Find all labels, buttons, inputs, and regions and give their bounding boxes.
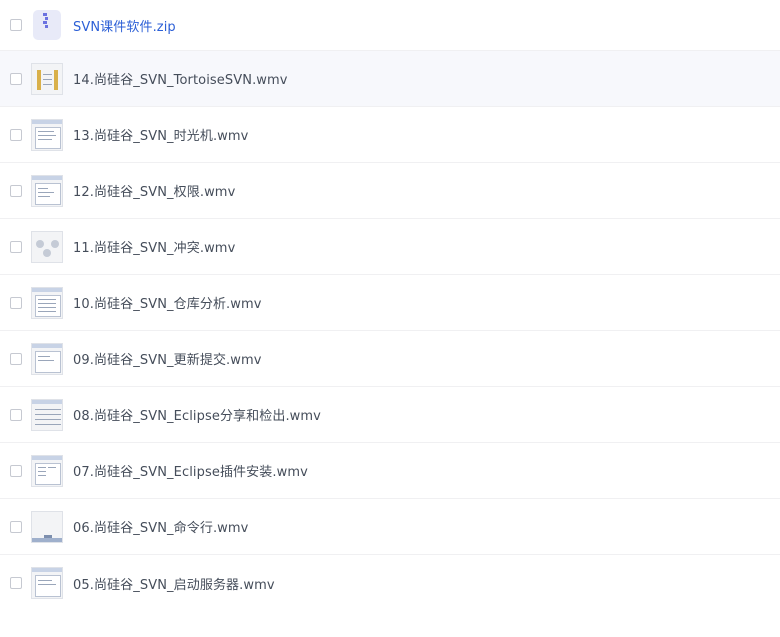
file-name[interactable]: 09.尚硅谷_SVN_更新提交.wmv [73, 349, 262, 368]
video-thumbnail-icon [31, 174, 63, 207]
file-name[interactable]: 07.尚硅谷_SVN_Eclipse插件安装.wmv [73, 461, 308, 480]
row-checkbox[interactable] [10, 128, 22, 141]
list-item[interactable]: 14.尚硅谷_SVN_TortoiseSVN.wmv [0, 51, 780, 107]
list-item[interactable]: 05.尚硅谷_SVN_启动服务器.wmv [0, 555, 780, 611]
list-item[interactable]: SVN课件软件.zip [0, 0, 780, 51]
video-thumbnail-icon [31, 454, 63, 487]
list-item[interactable]: 07.尚硅谷_SVN_Eclipse插件安装.wmv [0, 443, 780, 499]
list-item[interactable]: 10.尚硅谷_SVN_仓库分析.wmv [0, 275, 780, 331]
file-name[interactable]: 14.尚硅谷_SVN_TortoiseSVN.wmv [73, 69, 288, 88]
list-item[interactable]: 08.尚硅谷_SVN_Eclipse分享和检出.wmv [0, 387, 780, 443]
file-name[interactable]: 08.尚硅谷_SVN_Eclipse分享和检出.wmv [73, 405, 321, 424]
file-name-link[interactable]: SVN课件软件.zip [73, 16, 176, 35]
row-checkbox[interactable] [10, 520, 22, 533]
video-thumbnail-icon [31, 510, 63, 543]
file-name[interactable]: 13.尚硅谷_SVN_时光机.wmv [73, 125, 248, 144]
row-checkbox[interactable] [10, 464, 22, 477]
row-checkbox[interactable] [10, 352, 22, 365]
video-thumbnail-icon [31, 62, 63, 95]
list-item[interactable]: 12.尚硅谷_SVN_权限.wmv [0, 163, 780, 219]
video-thumbnail-icon [31, 398, 63, 431]
row-checkbox[interactable] [10, 408, 22, 421]
row-checkbox[interactable] [10, 184, 22, 197]
row-checkbox[interactable] [10, 72, 22, 85]
file-name[interactable]: 11.尚硅谷_SVN_冲突.wmv [73, 237, 235, 256]
list-item[interactable]: 13.尚硅谷_SVN_时光机.wmv [0, 107, 780, 163]
video-thumbnail-icon [31, 118, 63, 151]
file-name[interactable]: 06.尚硅谷_SVN_命令行.wmv [73, 517, 248, 536]
list-item[interactable]: 11.尚硅谷_SVN_冲突.wmv [0, 219, 780, 275]
list-item[interactable]: 09.尚硅谷_SVN_更新提交.wmv [0, 331, 780, 387]
file-name[interactable]: 05.尚硅谷_SVN_启动服务器.wmv [73, 574, 275, 593]
file-list: SVN课件软件.zip 14.尚硅谷_SVN_TortoiseSVN.wmv 1… [0, 0, 780, 637]
video-thumbnail-icon [31, 567, 63, 599]
row-checkbox[interactable] [10, 577, 22, 589]
row-checkbox[interactable] [10, 240, 22, 253]
row-checkbox[interactable] [10, 296, 22, 309]
zip-icon [33, 10, 61, 40]
file-name[interactable]: 10.尚硅谷_SVN_仓库分析.wmv [73, 293, 262, 312]
video-thumbnail-icon [31, 230, 63, 263]
file-name[interactable]: 12.尚硅谷_SVN_权限.wmv [73, 181, 235, 200]
list-item[interactable]: 06.尚硅谷_SVN_命令行.wmv [0, 499, 780, 555]
video-thumbnail-icon [31, 286, 63, 319]
video-thumbnail-icon [31, 342, 63, 375]
row-checkbox[interactable] [10, 19, 22, 31]
